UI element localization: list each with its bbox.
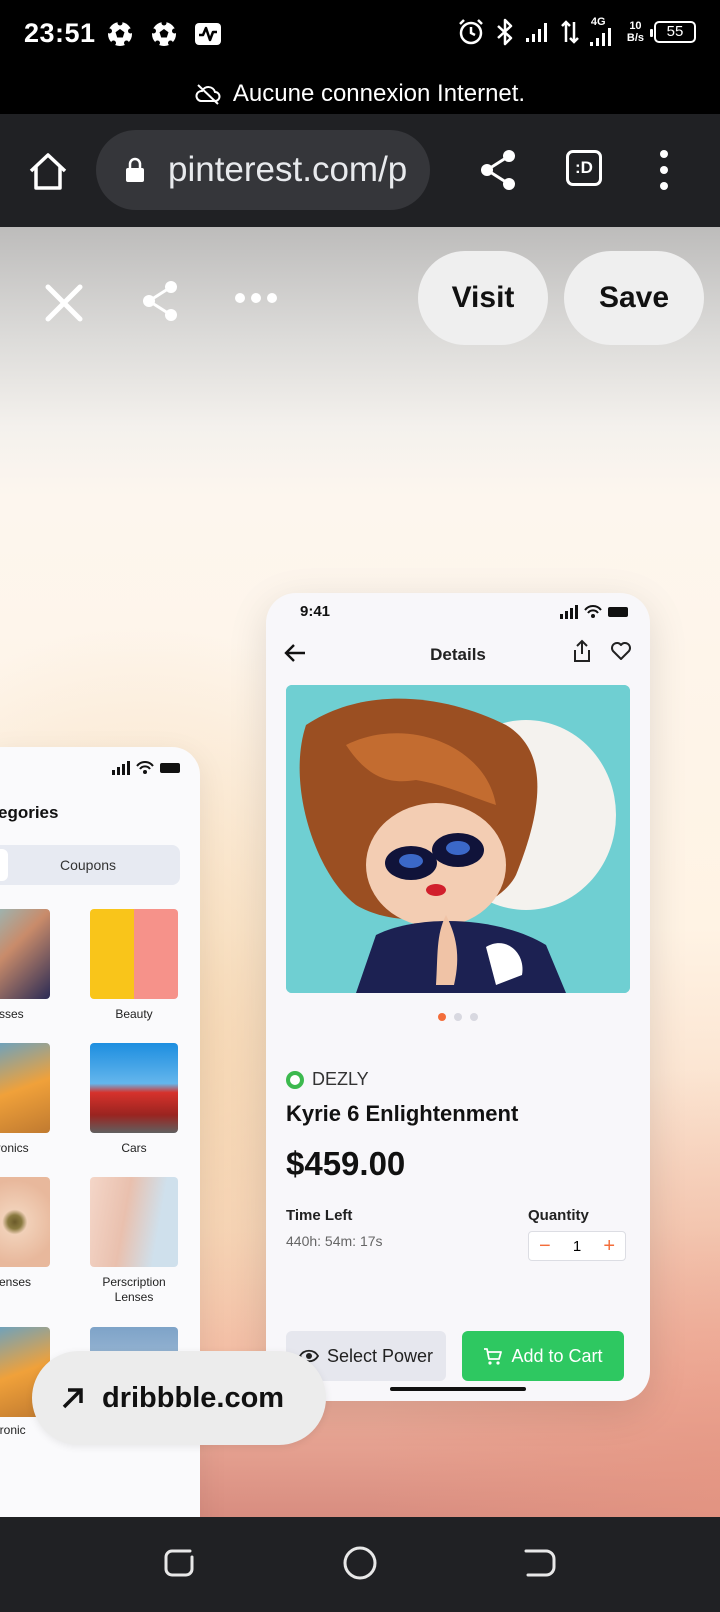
- recent-apps-icon[interactable]: [160, 1543, 200, 1583]
- network-speed: 10 B/s: [627, 20, 644, 44]
- product-name: Kyrie 6 Enlightenment: [286, 1101, 519, 1126]
- network-speed-unit: B/s: [626, 32, 644, 44]
- home-icon[interactable]: [26, 150, 70, 194]
- status-bar: 23:51 4G 10 B/s 55: [0, 0, 720, 74]
- mockup-home-indicator: [390, 1387, 526, 1391]
- mockup-tile-lenses: [0, 1177, 50, 1267]
- mockup-status-icons: [112, 761, 180, 775]
- offline-banner: Aucune connexion Internet.: [0, 74, 720, 114]
- status-left-icons: [106, 20, 222, 48]
- address-bar[interactable]: pinterest.com/p: [96, 130, 430, 210]
- share-icon[interactable]: [478, 148, 518, 192]
- plus-icon: +: [603, 1235, 615, 1257]
- mockup-status-icons: [560, 605, 628, 619]
- minus-icon: −: [539, 1235, 551, 1257]
- quantity-value: 1: [572, 1237, 582, 1255]
- mockup-tile-label: Beauty: [115, 1007, 153, 1021]
- mockup-tile-electronics: [0, 1043, 50, 1133]
- source-link-button[interactable]: dribbble.com: [32, 1351, 326, 1445]
- upload-icon: [574, 639, 590, 662]
- brand-row: DEZLY: [286, 1069, 369, 1090]
- add-to-cart-button: Add to Cart: [462, 1331, 624, 1381]
- browser-toolbar: pinterest.com/p :D: [0, 114, 720, 227]
- mockup-tile-label: Perscription Lenses: [102, 1275, 166, 1304]
- mockup-tab-active: [0, 849, 8, 881]
- network-speed-value: 10: [629, 20, 642, 32]
- brand-logo-icon: [286, 1070, 304, 1089]
- select-power-label: Select Power: [326, 1345, 434, 1366]
- quantity-label: Quantity: [528, 1207, 589, 1224]
- mockup-tile-label: r Lenses: [0, 1275, 32, 1289]
- tab-switcher-button[interactable]: :D: [566, 150, 602, 186]
- source-domain: dribbble.com: [102, 1381, 285, 1414]
- more-vert-icon[interactable]: [660, 148, 668, 192]
- mockup-tile-label: Cars: [121, 1141, 147, 1155]
- quantity-stepper: − 1 +: [528, 1231, 626, 1261]
- cart-icon: [484, 1348, 503, 1365]
- mockup-details-screen: 9:41 Details DEZLY Kyrie 6 Enlightenment…: [266, 593, 650, 1401]
- activity-monitor-icon: [195, 23, 221, 45]
- alarm-icon: [458, 19, 483, 45]
- share-icon[interactable]: [140, 279, 180, 323]
- brand-name: DEZLY: [312, 1069, 369, 1089]
- home-circle-icon[interactable]: [340, 1543, 380, 1583]
- data-arrows-icon: [560, 20, 579, 44]
- add-to-cart-label: Add to Cart: [511, 1345, 603, 1366]
- carousel-dot: [470, 1013, 478, 1021]
- visit-button[interactable]: Visit: [418, 251, 548, 345]
- product-photo: [286, 685, 630, 993]
- mockup-tab-coupons: Coupons: [60, 857, 117, 873]
- offline-text: Aucune connexion Internet.: [232, 80, 526, 107]
- product-price: $459.00: [286, 1145, 406, 1182]
- soccer-ball-icon: [151, 20, 177, 46]
- pin-content: Visit Save egories Coupons asses Beauty …: [0, 227, 720, 1517]
- arrow-up-right-icon: [62, 1388, 83, 1409]
- signal-icon: [525, 23, 547, 42]
- mockup-tile-prescription-lenses: [90, 1177, 178, 1267]
- heart-icon: [611, 642, 631, 660]
- time-left-label: Time Left: [286, 1207, 353, 1224]
- mockup-time: 9:41: [300, 603, 331, 620]
- time-left-value: 440h: 54m: 17s: [286, 1233, 383, 1249]
- mockup-page-title: Details: [430, 645, 486, 664]
- bluetooth-icon: [497, 18, 513, 46]
- close-icon[interactable]: [44, 283, 84, 323]
- mockup-tile-glasses: [0, 909, 50, 999]
- save-button[interactable]: Save: [564, 251, 704, 345]
- more-horiz-icon[interactable]: [234, 291, 278, 305]
- carousel-dots: [266, 1013, 650, 1021]
- status-time: 23:51: [24, 18, 96, 48]
- lock-icon: [126, 157, 144, 182]
- url-text: pinterest.com/p: [168, 150, 408, 189]
- mockup-categories-title: egories: [0, 803, 59, 822]
- mockup-tile-label: ctronics: [0, 1141, 29, 1155]
- battery-indicator: 55: [650, 21, 696, 43]
- mockup-tile-label: asses: [0, 1007, 24, 1021]
- mockup-tab-bar: Coupons: [0, 845, 180, 885]
- back-icon[interactable]: [520, 1543, 560, 1583]
- mockup-tile-cars: [90, 1043, 178, 1133]
- soccer-ball-icon: [107, 20, 133, 46]
- carousel-dot: [438, 1013, 446, 1021]
- signal-4g-icon: 4G: [589, 16, 617, 46]
- carousel-dot: [454, 1013, 462, 1021]
- system-navigation-bar: [0, 1517, 720, 1612]
- cloud-off-icon: [195, 84, 221, 105]
- status-right-icons: 4G 10 B/s 55: [457, 16, 696, 46]
- mockup-tile-beauty: [90, 909, 178, 999]
